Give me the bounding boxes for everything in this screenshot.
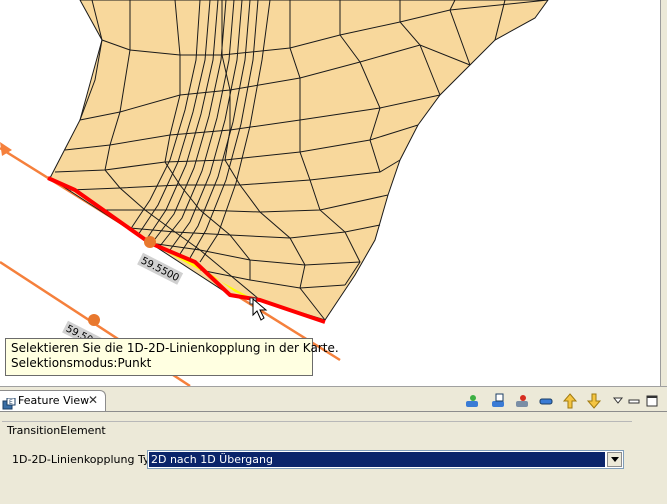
coupling-type-label: 1D-2D-Linienkopplung Typ: xyxy=(12,453,161,466)
mesh-2d xyxy=(49,0,549,321)
add-feature-icon[interactable] xyxy=(462,391,482,411)
node-marker[interactable] xyxy=(144,236,156,248)
group-title: TransitionElement xyxy=(6,424,109,437)
tab-label: Feature View xyxy=(18,394,90,407)
map-frame-edge xyxy=(660,0,667,386)
chevron-down-icon[interactable] xyxy=(607,452,622,467)
delete-feature-icon[interactable] xyxy=(512,391,532,411)
move-up-icon[interactable] xyxy=(560,391,580,411)
tooltip-line-2: Selektionsmodus:Punkt xyxy=(11,356,152,370)
close-icon[interactable]: ✕ xyxy=(88,393,98,407)
feature-view-content: TransitionElement 1D-2D-Linienkopplung T… xyxy=(0,411,667,504)
node-marker[interactable] xyxy=(88,314,100,326)
maximize-icon[interactable] xyxy=(642,391,662,411)
svg-text:E: E xyxy=(9,399,13,406)
tab-feature-view[interactable]: E Feature View ✕ xyxy=(0,390,106,411)
remove-icon[interactable] xyxy=(536,391,556,411)
feature-view-icon: E xyxy=(2,395,16,410)
view-tab-bar: E Feature View ✕ xyxy=(0,389,667,411)
map-view[interactable]: 59.5500 59.5000 xyxy=(0,0,667,386)
map-tooltip: Selektieren Sie die 1D-2D-Linienkopplung… xyxy=(5,338,339,376)
tooltip-line-1: Selektieren Sie die 1D-2D-Linienkopplung… xyxy=(11,341,339,355)
add-feature-alt-icon[interactable] xyxy=(488,391,508,411)
map-canvas[interactable]: 59.5500 59.5000 xyxy=(0,0,667,386)
coupling-type-select[interactable]: 2D nach 1D Übergang xyxy=(147,450,624,469)
coupling-type-value: 2D nach 1D Übergang xyxy=(149,452,605,467)
minimize-icon[interactable] xyxy=(624,391,644,411)
feature-view-panel: E Feature View ✕ TransitionElement 1D-2D… xyxy=(0,389,667,504)
move-down-icon[interactable] xyxy=(584,391,604,411)
transition-element-group: TransitionElement 1D-2D-Linienkopplung T… xyxy=(2,421,632,492)
